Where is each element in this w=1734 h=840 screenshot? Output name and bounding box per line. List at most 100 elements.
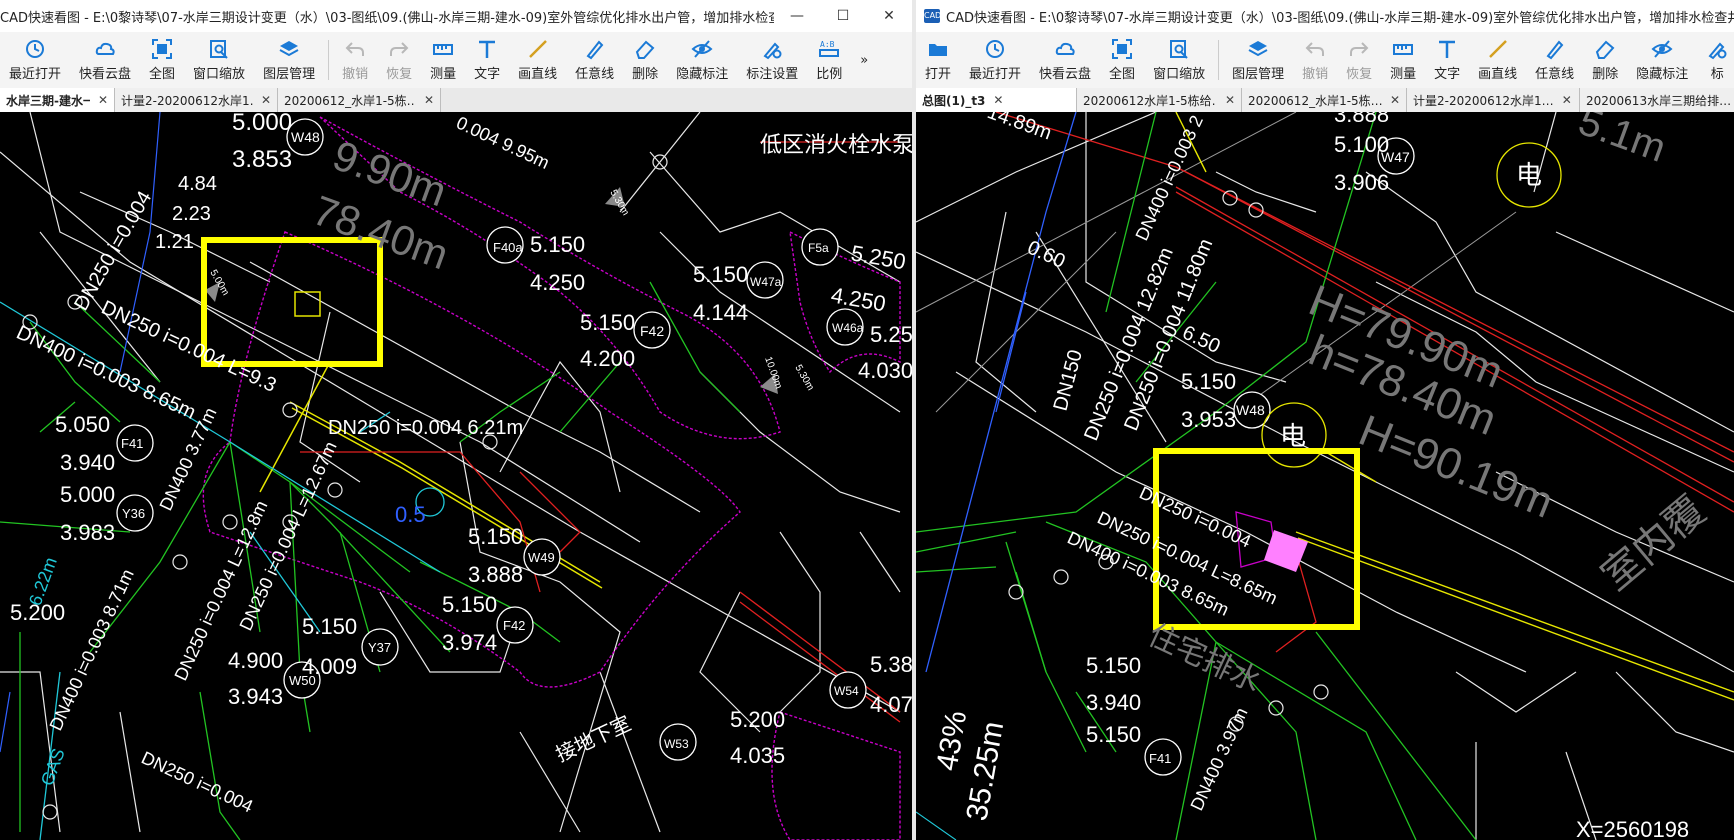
tool-undo-button[interactable]: 撤销 (1293, 32, 1337, 88)
right-cad-drawing[interactable]: 3.888 5.100 3.906 W47 电 14.89m 5.1m DN40… (916, 112, 1734, 840)
tab-label: 水岸三期-建水一 (6, 93, 90, 108)
label: W54 (834, 684, 859, 698)
label: X=2560198 (1576, 817, 1689, 840)
tool-line-button[interactable]: 画直线 (1469, 32, 1526, 88)
left-cad-window: CAD快速看图 - E:\0黎诗琴\07-水岸三期设计变更（水）\03-图纸\0… (0, 0, 912, 840)
tool-window-zoom-button[interactable]: 窗口缩放 (1144, 32, 1214, 88)
label: F41 (1149, 751, 1171, 766)
document-tab[interactable]: 计量2-20200612水岸1… ✕ (115, 88, 278, 112)
tool-label: 隐藏标注 (1636, 67, 1689, 82)
line-icon (528, 40, 547, 58)
tool-label: 文字 (474, 67, 501, 82)
label: 4.900 (228, 648, 283, 673)
left-drawing-canvas[interactable]: 5.000 3.853 W48 9.90m 78.40m 0.004 9.95m… (0, 112, 912, 840)
label: W50 (289, 673, 316, 688)
close-tab-icon[interactable]: ✕ (993, 93, 1003, 107)
tool-label: 全图 (149, 67, 176, 82)
label: 4.200 (580, 346, 635, 371)
label: 3.940 (60, 450, 115, 475)
tool-layers-button[interactable]: 图层管理 (1223, 32, 1293, 88)
left-window-controls: — ☐ ✕ (774, 8, 912, 24)
label: F42 (503, 618, 525, 633)
close-tab-icon[interactable]: ✕ (1225, 93, 1235, 107)
label: DN150 (1050, 347, 1087, 413)
tool-line-button[interactable]: 画直线 (509, 32, 566, 88)
tool-text-button[interactable]: 文字 (465, 32, 509, 88)
cloud-icon (95, 42, 115, 55)
label: 住宅排水 (1143, 618, 1266, 699)
tool-measure-button[interactable]: 测量 (1381, 32, 1425, 88)
tool-freehand-button[interactable]: 任意线 (566, 32, 623, 88)
tab-label: 总图(1)_t3 (922, 93, 986, 108)
building-outline (916, 112, 1734, 840)
left-toolbar: 最近打开 快看云盘 全图 窗口缩放 图层管理 撤销 恢复 测量 文字 画直线 任意线 删除 隐藏标注 标注… (0, 32, 912, 89)
tool-label: 任意线 (575, 67, 615, 82)
tool-text-button[interactable]: 文字 (1425, 32, 1469, 88)
tool-label: 恢复 (1346, 67, 1373, 82)
tool-fit-all-button[interactable]: 全图 (1100, 32, 1144, 88)
tool-eye-hide-button[interactable]: 隐藏标注 (1627, 32, 1697, 88)
document-tab[interactable]: 20200613水岸三期给排…✕ (1580, 88, 1734, 112)
scale-icon: A:B (819, 40, 840, 57)
close-tab-icon[interactable]: ✕ (1562, 93, 1572, 107)
label: W49 (528, 550, 555, 565)
tool-undo-button[interactable]: 撤销 (333, 32, 377, 88)
tool-layers-button[interactable]: 图层管理 (254, 32, 324, 88)
tool-label: 窗口缩放 (193, 67, 246, 82)
text-icon (479, 40, 496, 58)
left-title-bar[interactable]: CAD快速看图 - E:\0黎诗琴\07-水岸三期设计变更（水）\03-图纸\0… (0, 0, 912, 32)
tool-annotation-settings-button[interactable]: 标 (1697, 32, 1734, 88)
close-button[interactable]: ✕ (866, 8, 912, 24)
tool-label: 快看云盘 (1039, 67, 1092, 82)
left-tab-bar: 水岸三期-建水一 ✕ 计量2-20200612水岸1… ✕ 20200612_水岸1-5… (0, 88, 912, 113)
tool-recent-button[interactable]: 最近打开 (960, 32, 1030, 88)
close-tab-icon[interactable]: ✕ (261, 93, 271, 107)
tool-eraser-button[interactable]: 删除 (623, 32, 667, 88)
right-title-bar[interactable]: CAD CAD快速看图 - E:\0黎诗琴\07-水岸三期设计变更（水）\03-… (916, 0, 1734, 32)
close-tab-icon[interactable]: ✕ (98, 93, 108, 107)
label: 5.150 (468, 524, 523, 549)
text-icon (1439, 40, 1456, 58)
window-zoom-icon (210, 40, 228, 59)
document-tab[interactable]: 20200612_水岸1-5栋… ✕ (1242, 88, 1407, 112)
eye-hide-icon (1651, 40, 1673, 58)
label: 5.200 (730, 707, 785, 732)
cyan-pipes (916, 811, 957, 840)
tool-window-zoom-button[interactable]: 窗口缩放 (184, 32, 254, 88)
right-drawing-canvas[interactable]: 3.888 5.100 3.906 W47 电 14.89m 5.1m DN40… (916, 112, 1734, 840)
document-tab[interactable]: 20200612_水岸1-5栋… ✕ (278, 88, 441, 112)
right-cad-window: CAD CAD快速看图 - E:\0黎诗琴\07-水岸三期设计变更（水）\03-… (916, 0, 1734, 840)
toolbar-separator (1218, 40, 1220, 80)
close-tab-icon[interactable]: ✕ (424, 93, 434, 107)
tool-cloud-button[interactable]: 快看云盘 (70, 32, 140, 88)
tool-eye-hide-button[interactable]: 隐藏标注 (667, 32, 737, 88)
tool-measure-button[interactable]: 测量 (421, 32, 465, 88)
tool-cloud-button[interactable]: 快看云盘 (1030, 32, 1100, 88)
minimize-button[interactable]: — (774, 8, 820, 24)
label: 电 (1516, 160, 1542, 190)
tool-annotation-settings-button[interactable]: 标注设置 (737, 32, 807, 88)
tool-open-folder-button[interactable]: 打开 (916, 32, 960, 88)
label: 3.953 (1181, 407, 1236, 432)
label: Y37 (368, 640, 391, 655)
tool-scale-button[interactable]: A:B 比例 (807, 32, 851, 88)
label: DN400 3.97m (1186, 705, 1251, 814)
document-tab[interactable]: 水岸三期-建水一 ✕ (0, 88, 115, 112)
tool-fit-all-button[interactable]: 全图 (140, 32, 184, 88)
document-tab[interactable]: 20200612水岸1-5栋给… ✕ (1077, 88, 1242, 112)
label: 1.21 (155, 231, 194, 253)
label: 5.150 (530, 232, 585, 257)
document-tab[interactable]: 总图(1)_t3 ✕ (916, 88, 1077, 112)
tool-recent-button[interactable]: 最近打开 (0, 32, 70, 88)
toolbar-overflow-button[interactable]: » (851, 32, 877, 88)
left-cad-drawing[interactable]: 5.000 3.853 W48 9.90m 78.40m 0.004 9.95m… (0, 112, 912, 840)
tool-redo-button[interactable]: 恢复 (377, 32, 421, 88)
close-tab-icon[interactable]: ✕ (1390, 93, 1400, 107)
tool-label: 最近打开 (969, 67, 1022, 82)
tool-eraser-button[interactable]: 删除 (1583, 32, 1627, 88)
tool-freehand-button[interactable]: 任意线 (1526, 32, 1583, 88)
redo-icon (1350, 42, 1369, 56)
document-tab[interactable]: 计量2-20200612水岸1… ✕ (1407, 88, 1580, 112)
maximize-button[interactable]: ☐ (820, 8, 866, 24)
tool-redo-button[interactable]: 恢复 (1337, 32, 1381, 88)
